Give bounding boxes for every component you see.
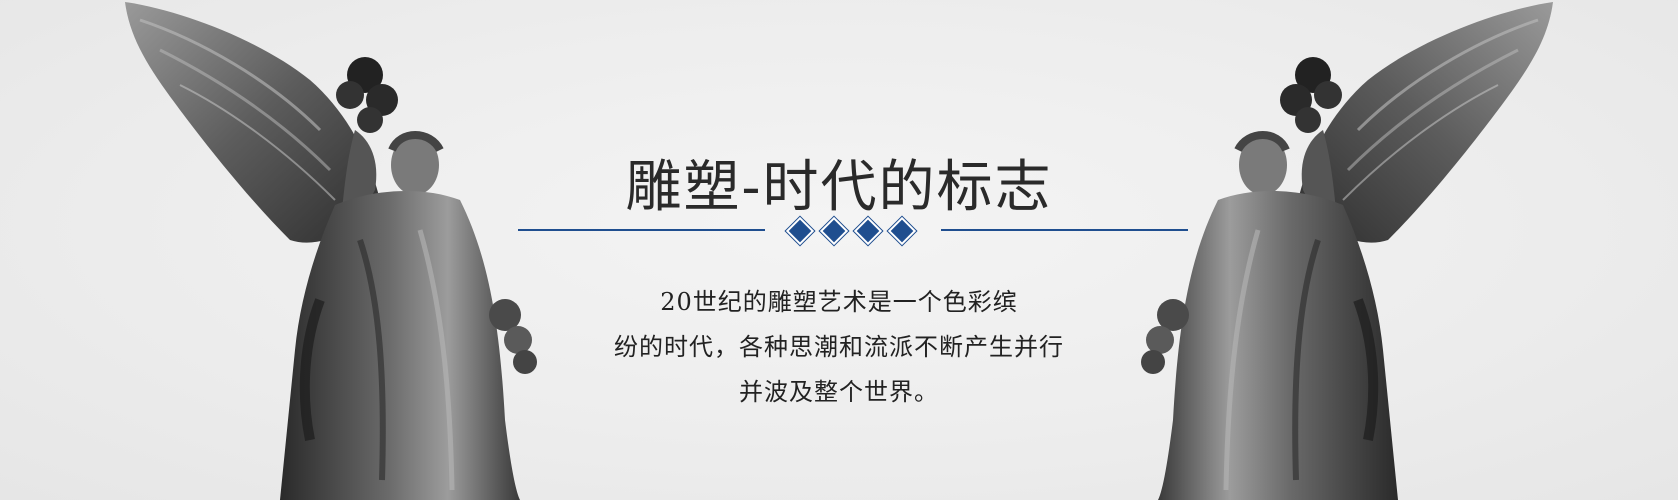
title-divider — [518, 212, 1188, 248]
diamond-icon — [785, 216, 815, 246]
divider-line-right — [941, 229, 1188, 231]
banner-description: 20世纪的雕塑艺术是一个色彩缤 纷的时代，各种思潮和流派不断产生并行 并波及整个… — [500, 280, 1178, 415]
description-line: 纷的时代，各种思潮和流派不断产生并行 — [614, 333, 1064, 361]
diamond-icon — [887, 216, 917, 246]
description-line: 20世纪的雕塑艺术是一个色彩缤 — [660, 288, 1018, 316]
banner-content: 雕塑-时代的标志 20世纪的雕塑艺术是一个色彩缤 纷的时代，各种思潮和流派不断产… — [500, 0, 1188, 500]
divider-line-left — [518, 229, 765, 231]
diamond-icon — [853, 216, 883, 246]
divider-diamonds — [785, 216, 926, 246]
diamond-icon — [819, 216, 849, 246]
banner: 雕塑-时代的标志 20世纪的雕塑艺术是一个色彩缤 纷的时代，各种思潮和流派不断产… — [0, 0, 1678, 500]
description-line: 并波及整个世界。 — [739, 378, 939, 406]
